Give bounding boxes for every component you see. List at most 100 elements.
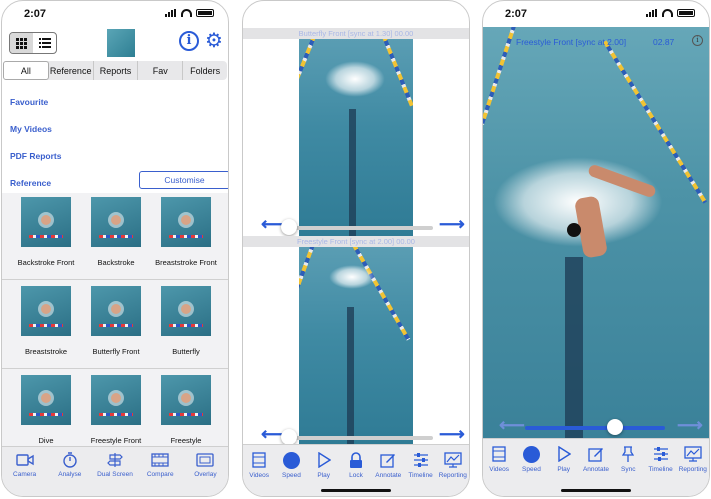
- toolbar-label: Lock: [349, 472, 363, 479]
- toolbar-label: Annotate: [375, 472, 402, 479]
- annotate-icon: [380, 451, 396, 469]
- signal-icon: [646, 9, 658, 17]
- video-tile[interactable]: Dive: [9, 375, 83, 445]
- video-thumbnail: [91, 197, 141, 247]
- toolbar-speed[interactable]: Speed: [515, 439, 547, 496]
- toolbar-videos[interactable]: Videos: [483, 439, 515, 496]
- tab-camera[interactable]: Camera: [2, 447, 47, 496]
- segment-reference[interactable]: Reference: [49, 61, 94, 80]
- annotate-icon: [588, 445, 604, 463]
- scrubber-track[interactable]: [525, 426, 665, 430]
- reporting-icon: [684, 445, 702, 463]
- view-mode-toggle[interactable]: [9, 32, 57, 54]
- current-video-thumbnail[interactable]: [107, 29, 135, 57]
- video-thumbnail: [91, 286, 141, 336]
- video-tile[interactable]: Butterfly: [149, 286, 223, 356]
- video-tile[interactable]: Breaststroke Front: [149, 197, 223, 267]
- scrubber-knob[interactable]: [281, 429, 297, 445]
- toolbar-label: Speed: [522, 466, 541, 473]
- video-tile[interactable]: Backstroke Front: [9, 197, 83, 267]
- menu-my-videos[interactable]: My Videos: [10, 124, 52, 134]
- video-timestamp: 02.87: [653, 37, 675, 47]
- scrubber-track[interactable]: [283, 226, 433, 230]
- tab-dual-screen[interactable]: Dual Screen: [92, 447, 137, 496]
- toolbar-label: Annotate: [582, 466, 609, 473]
- video-pane-top: Butterfly Front [sync at 1.30] 00.00 ⟵ ⟶: [243, 28, 469, 236]
- video-title-bottom: Freestyle Front [sync at 2.00] 00.00: [243, 236, 469, 247]
- video-tile-label: Dive: [38, 436, 54, 445]
- main-tab-bar: Camera Analyse Dual Screen Compare Overl…: [2, 446, 228, 496]
- video-tile-label: Breaststroke: [24, 347, 68, 356]
- toolbar-label: Play: [317, 472, 331, 479]
- toolbar-speed[interactable]: Speed: [275, 445, 307, 496]
- segment-folders[interactable]: Folders: [183, 61, 227, 80]
- toolbar-videos[interactable]: Videos: [243, 445, 275, 496]
- video-title-top: Butterfly Front [sync at 1.30] 00.00: [243, 28, 469, 39]
- toolbar-timeline[interactable]: Timeline: [644, 439, 676, 496]
- video-frame-freestyle[interactable]: [299, 247, 413, 444]
- info-icon[interactable]: i: [692, 35, 703, 46]
- stopwatch-icon: [62, 451, 78, 469]
- home-indicator: [561, 489, 631, 492]
- home-indicator: [321, 489, 391, 492]
- segment-fav[interactable]: Fav: [138, 61, 184, 80]
- toolbar-sync[interactable]: Sync: [612, 439, 644, 496]
- video-thumbnail: [161, 197, 211, 247]
- toolbar-reporting[interactable]: Reporting: [677, 439, 709, 496]
- customise-button[interactable]: Customise: [139, 171, 228, 189]
- video-tile[interactable]: Freestyle Front: [79, 375, 153, 445]
- toolbar-label: Speed: [282, 472, 301, 479]
- grid-view-icon[interactable]: [10, 33, 33, 53]
- video-thumbnail: [21, 286, 71, 336]
- menu-favourite[interactable]: Favourite: [10, 97, 48, 107]
- scrubber-knob[interactable]: [607, 419, 623, 435]
- arrow-right-icon[interactable]: ⟶: [677, 415, 703, 436]
- video-thumbnail: [21, 375, 71, 425]
- menu-reference[interactable]: Reference: [10, 178, 51, 188]
- video-thumbnail: [91, 375, 141, 425]
- video-thumbnail: [161, 286, 211, 336]
- tab-analyse[interactable]: Analyse: [47, 447, 92, 496]
- video-tile[interactable]: Butterfly Front: [79, 286, 153, 356]
- arrow-left-icon[interactable]: ⟵: [499, 415, 525, 436]
- phone-single-video: 2:07 Freestyle Front [sync at 2.00] 02.8…: [482, 0, 710, 497]
- toolbar-label: Sync: [621, 466, 636, 473]
- toolbar-annotate[interactable]: Annotate: [580, 439, 612, 496]
- info-icon[interactable]: i: [179, 31, 199, 51]
- videos-icon: [491, 445, 507, 463]
- battery-icon: [196, 9, 214, 17]
- status-time: 2:07: [24, 8, 47, 20]
- video-tile[interactable]: Freestyle: [149, 375, 223, 445]
- wifi-icon: [662, 9, 673, 17]
- reporting-icon: [444, 451, 462, 469]
- toolbar-reporting[interactable]: Reporting: [437, 445, 469, 496]
- menu-pdf-reports[interactable]: PDF Reports: [10, 151, 61, 161]
- segment-reports[interactable]: Reports: [94, 61, 139, 80]
- tab-label: Camera: [13, 471, 37, 478]
- toolbar-play[interactable]: Play: [548, 439, 580, 496]
- arrow-right-icon[interactable]: ⟶: [439, 424, 465, 445]
- scrubber-knob[interactable]: [281, 219, 297, 235]
- arrow-right-icon[interactable]: ⟶: [439, 214, 465, 235]
- gear-icon[interactable]: ⚙: [203, 30, 225, 52]
- sync-pin-icon: [622, 445, 635, 463]
- tab-label: Compare: [146, 471, 174, 478]
- video-thumbnail: [161, 375, 211, 425]
- tab-label: Analyse: [58, 471, 82, 478]
- video-frame-butterfly[interactable]: [299, 39, 413, 236]
- video-tile[interactable]: Backstroke: [79, 197, 153, 267]
- scrubber-track[interactable]: [283, 436, 433, 440]
- tab-compare[interactable]: Compare: [138, 447, 183, 496]
- phone-dual-screen: Butterfly Front [sync at 1.30] 00.00 ⟵ ⟶…: [242, 0, 470, 497]
- video-tile[interactable]: Breaststroke: [9, 286, 83, 356]
- list-view-icon[interactable]: [33, 33, 56, 53]
- play-icon: [317, 451, 331, 469]
- video-player[interactable]: Freestyle Front [sync at 2.00] 02.87 i ⟵…: [483, 27, 709, 440]
- battery-icon: [677, 9, 695, 17]
- lock-icon: [349, 451, 363, 469]
- toolbar-label: Videos: [249, 472, 270, 479]
- tab-overlay[interactable]: Overlay: [183, 447, 228, 496]
- toolbar-timeline[interactable]: Timeline: [404, 445, 436, 496]
- play-icon: [557, 445, 571, 463]
- segment-all[interactable]: All: [3, 61, 49, 80]
